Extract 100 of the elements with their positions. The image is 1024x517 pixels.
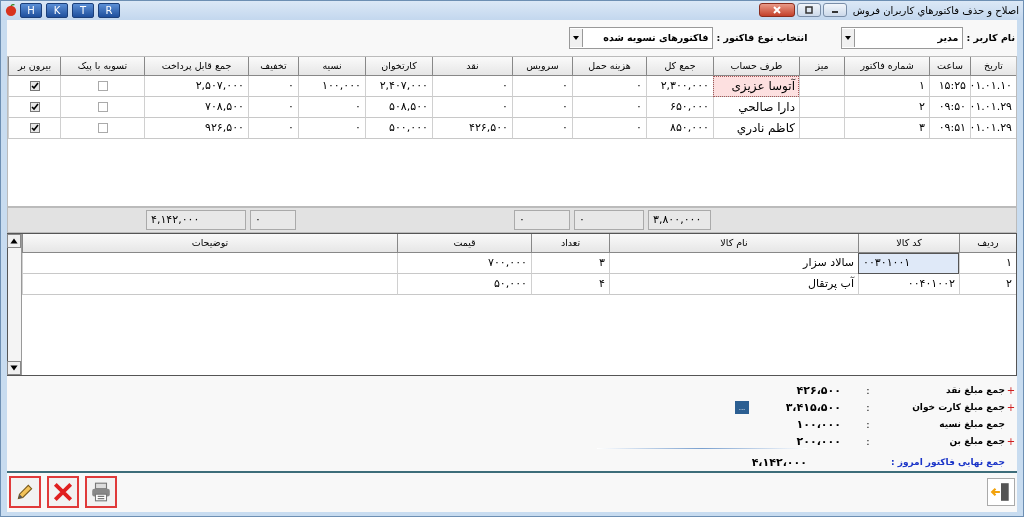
column-header[interactable]: قیمت <box>397 233 531 253</box>
column-header[interactable]: میز <box>799 56 844 76</box>
empty-cell <box>799 96 844 118</box>
table-cell: ۰ <box>248 96 298 118</box>
checkbox[interactable] <box>29 80 40 91</box>
column-header[interactable]: تخفیف <box>248 56 298 76</box>
delete-button[interactable] <box>47 476 79 509</box>
table-cell: دارا صالحي <box>713 96 799 118</box>
table-cell: ۲,۳۰۰,۰۰۰ <box>646 75 713 97</box>
summary-value: ۱۰۰،۰۰۰ <box>795 417 842 431</box>
table-cell: ۰ <box>298 96 365 118</box>
print-button[interactable] <box>85 476 117 509</box>
table-cell: ۰ <box>432 75 512 97</box>
minimize-button[interactable] <box>822 3 847 18</box>
table-cell: ۱ <box>844 75 929 97</box>
column-header[interactable]: ردیف <box>959 233 1016 253</box>
dropdown-button[interactable] <box>842 28 856 47</box>
column-header[interactable]: نقد <box>432 56 512 76</box>
table-cell: ۰۰۳۰۱۰۰۱ <box>858 252 959 274</box>
more-button[interactable]: ... <box>735 400 749 414</box>
table-cell: ۰۹:۵۰ <box>929 96 970 118</box>
column-header[interactable]: نام کالا <box>609 233 858 253</box>
colon: : <box>865 401 871 413</box>
table-cell: ۰ <box>248 117 298 139</box>
table-cell: ۰ <box>572 75 646 97</box>
dropdown[interactable]: فاکتورهای تسویه شده <box>569 26 714 49</box>
checkbox[interactable] <box>97 122 108 133</box>
maximize-button[interactable] <box>796 3 821 18</box>
table-cell: ۹۲۶,۵۰۰ <box>144 117 248 139</box>
table-cell: سالاد سزار <box>609 252 858 274</box>
scroll-up-icon[interactable] <box>7 233 21 248</box>
checkbox[interactable] <box>29 101 40 112</box>
summary-label: جمع مبلغ کارت خوان <box>911 402 1005 413</box>
table-cell: ۰۱.۰۱.۲۹ <box>970 117 1016 139</box>
column-header[interactable]: سرویس <box>512 56 572 76</box>
column-header[interactable]: کد کالا <box>858 233 959 253</box>
table-cell: ۲ <box>844 96 929 118</box>
shortcut-button[interactable]: H <box>20 2 42 18</box>
checkbox[interactable] <box>29 122 40 133</box>
dropdown-button[interactable] <box>570 28 584 47</box>
printer-icon <box>90 481 112 504</box>
colon: : <box>865 418 871 430</box>
total-field: ۰ <box>574 209 644 230</box>
total-field: ۳,۸۰۰,۰۰۰ <box>648 209 711 230</box>
dropdown-value: فاکتورهای تسویه شده <box>602 32 710 44</box>
add-sign[interactable]: + <box>1005 435 1017 447</box>
table-cell: ۸۵۰,۰۰۰ <box>646 117 713 139</box>
column-header[interactable]: ساعت <box>929 56 970 76</box>
summary-value: ۴۲۶،۵۰۰ <box>795 383 842 397</box>
dropdown[interactable]: مدیر <box>841 26 964 49</box>
filter-label: نام کاربر : <box>966 32 1015 44</box>
close-icon <box>52 481 74 504</box>
table-cell: ۶۵۰,۰۰۰ <box>646 96 713 118</box>
column-header[interactable]: نسیه <box>298 56 365 76</box>
column-header[interactable]: توضیحات <box>22 233 397 253</box>
table-cell: آب پرتقال <box>609 273 858 295</box>
table-cell: ۰ <box>572 117 646 139</box>
table-cell: ۰ <box>248 75 298 97</box>
table-cell: ۵۰۸,۵۰۰ <box>365 96 432 118</box>
window-title: اصلاح و حذف فاکتورهاي کاربران فروش <box>852 4 1019 16</box>
shortcut-button[interactable]: K <box>46 2 68 18</box>
checkbox[interactable] <box>97 101 108 112</box>
close-button[interactable] <box>758 3 795 18</box>
checkbox[interactable] <box>97 80 108 91</box>
total-field: ۰ <box>250 209 296 230</box>
exit-button[interactable] <box>987 478 1015 507</box>
column-header[interactable]: جمع کل <box>646 56 713 76</box>
column-header[interactable]: طرف حساب <box>713 56 799 76</box>
column-header[interactable]: تاریخ <box>970 56 1016 76</box>
table-cell: ۵۰۰,۰۰۰ <box>365 117 432 139</box>
table-cell: ۰ <box>572 96 646 118</box>
add-sign[interactable]: + <box>1005 384 1017 396</box>
edit-button[interactable] <box>9 476 41 509</box>
summary-label: جمع مبلغ نقد <box>944 385 1005 396</box>
summary-value: ۴،۱۴۲،۰۰۰ <box>750 455 808 469</box>
add-sign[interactable]: + <box>1005 401 1017 413</box>
scroll-down-icon[interactable] <box>7 360 21 375</box>
summary-label: جمع نهایی فاکتور امروز : <box>889 457 1005 468</box>
column-header[interactable]: بیرون بر <box>8 56 60 76</box>
shortcut-button[interactable]: T <box>72 2 94 18</box>
column-header[interactable]: شماره فاکتور <box>844 56 929 76</box>
table-cell: ۰۱.۰۱.۱۰ <box>970 75 1016 97</box>
scroll-bar[interactable] <box>8 233 22 375</box>
column-header[interactable]: هزینه حمل <box>572 56 646 76</box>
empty-cell <box>799 117 844 139</box>
maximize-icon <box>803 6 814 15</box>
column-header[interactable]: تعداد <box>531 233 609 253</box>
column-header[interactable]: جمع قابل پرداخت <box>144 56 248 76</box>
table-cell: ۳ <box>531 252 609 274</box>
column-header[interactable]: تسویه با پیک <box>60 56 144 76</box>
close-icon <box>771 6 782 15</box>
colon: : <box>865 435 871 447</box>
shortcut-button[interactable]: R <box>98 2 120 18</box>
table-cell: آتوسا عزیزی <box>713 75 799 97</box>
colon: : <box>865 384 871 396</box>
column-header[interactable]: کارتخوان <box>365 56 432 76</box>
table-cell: ۱۰۰,۰۰۰ <box>298 75 365 97</box>
table-cell: ۴۲۶,۵۰۰ <box>432 117 512 139</box>
table-cell: ۰ <box>298 117 365 139</box>
exit-door-icon <box>990 481 1012 504</box>
